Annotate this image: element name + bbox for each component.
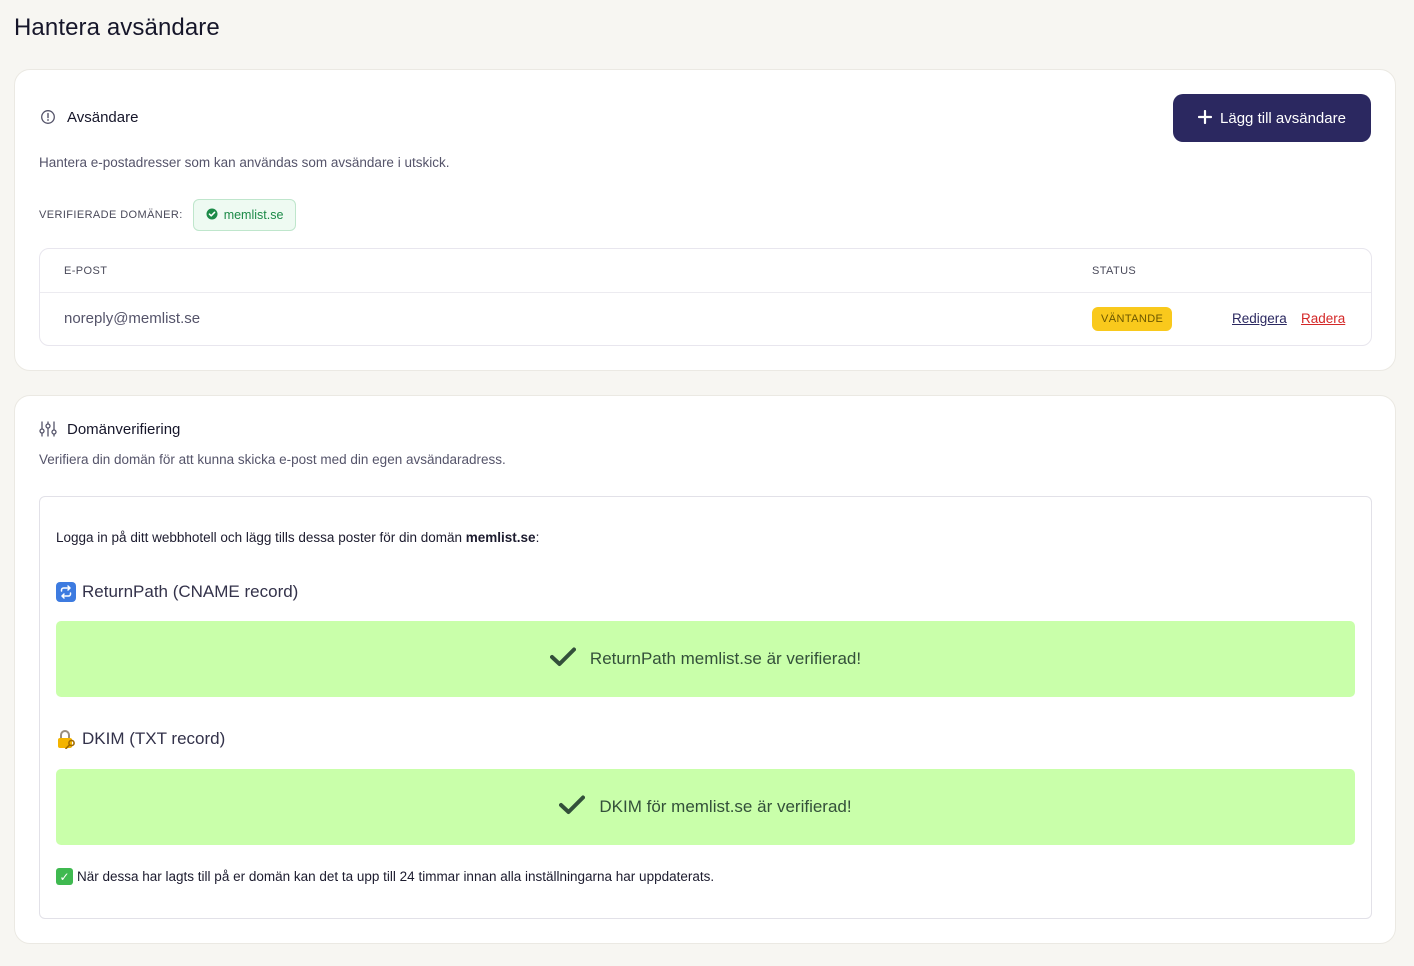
- column-header-email: E-POST: [64, 265, 108, 277]
- domain-verification-description: Verifiera din domän för att kunna skicka…: [39, 452, 506, 467]
- domain-verification-heading: Domänverifiering: [67, 420, 181, 438]
- repeat-icon: [56, 582, 76, 602]
- instructions-text: Logga in på ditt webbhotell och lägg til…: [56, 530, 466, 545]
- senders-table: E-POST STATUS noreply@memlist.se VÄNTAND…: [39, 248, 1372, 346]
- checkmark-icon: [559, 795, 586, 820]
- returnpath-title: ReturnPath (CNAME record): [56, 582, 298, 602]
- dkim-status: DKIM för memlist.se är verifierad!: [56, 769, 1355, 845]
- verified-domains: VERIFIERADE DOMÄNER: memlist.se: [39, 199, 297, 231]
- sender-email: noreply@memlist.se: [64, 310, 201, 327]
- plus-icon: [1197, 106, 1213, 128]
- add-sender-button[interactable]: Lägg till avsändare: [1173, 94, 1371, 142]
- domain-verification-card: Domänverifiering Verifiera din domän för…: [14, 395, 1396, 944]
- returnpath-title-text: ReturnPath (CNAME record): [82, 582, 299, 601]
- instructions-domain: memlist.se: [465, 530, 536, 545]
- status-badge: VÄNTANDE: [1092, 307, 1173, 331]
- propagation-note: ✓ När dessa har lagts till på er domän k…: [56, 868, 714, 885]
- propagation-note-text: När dessa har lagts till på er domän kan…: [77, 869, 715, 884]
- dkim-title: DKIM (TXT record): [56, 729, 225, 749]
- dns-instructions: Logga in på ditt webbhotell och lägg til…: [56, 530, 539, 545]
- returnpath-status: ReturnPath memlist.se är verifierad!: [56, 621, 1355, 697]
- check-circle-icon: [206, 208, 218, 223]
- dns-records-panel: Logga in på ditt webbhotell och lägg til…: [39, 496, 1372, 919]
- senders-header: Avsändare: [39, 108, 138, 126]
- dkim-title-text: DKIM (TXT record): [82, 729, 226, 748]
- instructions-suffix: :: [535, 530, 540, 545]
- verified-domains-label: VERIFIERADE DOMÄNER:: [39, 209, 183, 221]
- domain-verification-header: Domänverifiering: [39, 420, 180, 438]
- verified-domain-name: memlist.se: [223, 208, 284, 222]
- returnpath-status-text: ReturnPath memlist.se är verifierad!: [589, 649, 862, 668]
- dkim-status-text: DKIM för memlist.se är verifierad!: [599, 797, 852, 816]
- column-header-status: STATUS: [1092, 265, 1137, 277]
- senders-heading: Avsändare: [67, 108, 139, 126]
- sliders-icon: [39, 420, 57, 438]
- edit-link[interactable]: Redigera: [1232, 311, 1287, 326]
- senders-card: Avsändare Lägg till avsändare Hantera e-…: [14, 69, 1396, 371]
- check-box-icon: ✓: [56, 868, 73, 885]
- add-sender-button-label: Lägg till avsändare: [1220, 109, 1346, 127]
- senders-description: Hantera e-postadresser som kan användas …: [39, 155, 450, 170]
- checkmark-icon: [549, 647, 576, 672]
- page-title: Hantera avsändare: [14, 14, 220, 41]
- info-circle-icon: [39, 108, 57, 126]
- verified-domain-chip: memlist.se: [192, 199, 297, 231]
- lock-key-icon: [56, 729, 76, 749]
- delete-link[interactable]: Radera: [1301, 311, 1345, 326]
- table-divider: [40, 292, 1371, 293]
